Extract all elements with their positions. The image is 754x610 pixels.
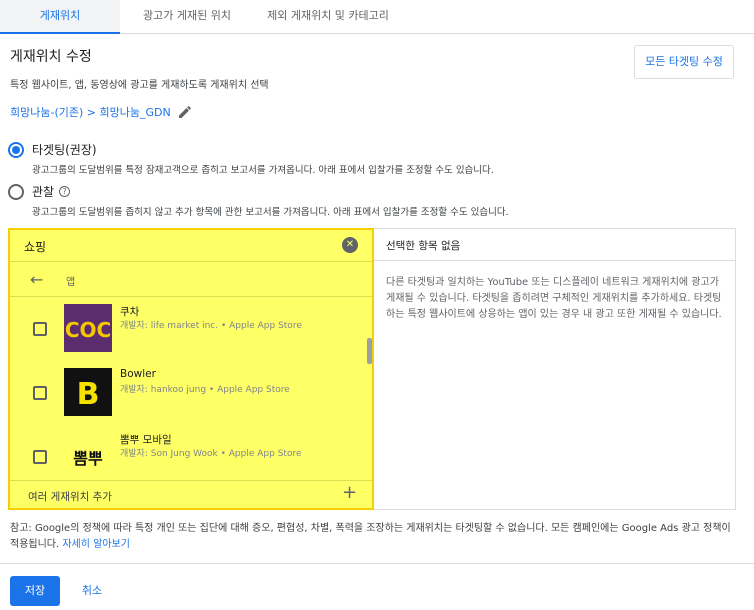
breadcrumb: 희망나눔-(기존) > 희망나눔_GDN	[10, 104, 193, 120]
scrollbar[interactable]	[367, 338, 372, 364]
cancel-button[interactable]: 취소	[72, 576, 112, 606]
tab-placements[interactable]: 게재위치	[0, 0, 120, 34]
app-logo-text: B	[77, 377, 100, 412]
observation-description: 광고그룹의 도달범위를 좁히지 않고 추가 항목에 관한 보고서를 가져옵니다.…	[32, 207, 509, 218]
tab-where-ads-showed[interactable]: 광고가 게재된 위치	[120, 0, 254, 34]
observation-option[interactable]: 관찰? 광고그룹의 도달범위를 좁히지 않고 추가 항목에 관한 보고서를 가져…	[8, 183, 509, 218]
tab-bar: 게재위치 광고가 게재된 위치 제외 게재위치 및 카테고리	[0, 0, 754, 34]
item-subtitle: 개발자: hankoo jung • Apple App Store	[120, 385, 290, 395]
policy-note: 참고: Google의 정책에 따라 특정 개인 또는 집단에 대해 증오, 편…	[10, 521, 740, 553]
app-logo-text: COC	[65, 318, 111, 342]
item-subtitle: 개발자: life market inc. • Apple App Store	[120, 321, 302, 331]
save-button[interactable]: 저장	[10, 576, 60, 606]
item-checkbox[interactable]	[33, 450, 47, 464]
app-icon: B	[64, 368, 112, 416]
tab-excluded-placements[interactable]: 제외 게재위치 및 카테고리	[254, 0, 402, 34]
back-arrow-icon[interactable]: ←	[30, 272, 43, 288]
category-label: 앱	[66, 277, 76, 288]
edit-all-targeting-button[interactable]: 모든 타겟팅 수정	[634, 45, 734, 79]
app-icon: COC	[64, 304, 112, 352]
clear-search-icon[interactable]: ✕	[342, 237, 358, 253]
app-icon: 뽐뿌	[64, 432, 112, 480]
selected-heading: 선택한 항목 없음	[386, 240, 461, 252]
selected-help-text: 다른 타겟팅과 일치하는 YouTube 또는 디스플레이 네트워크 게재위치에…	[386, 277, 722, 320]
item-checkbox[interactable]	[33, 322, 47, 336]
help-icon[interactable]: ?	[59, 186, 71, 197]
item-checkbox[interactable]	[33, 386, 47, 400]
placement-picker: 쇼핑 ✕ ← 앱 COC 쿠차 개발자: life market inc. • …	[8, 228, 374, 510]
add-multiple-label: 여러 게재위치 추가	[28, 491, 112, 503]
item-title: 뽐뿌 모바일	[120, 434, 172, 446]
list-item[interactable]: 뽐뿌 뽐뿌 모바일 개발자: Son Jung Wook • Apple App…	[10, 426, 366, 480]
selected-items-pane: 선택한 항목 없음 다른 타겟팅과 일치하는 YouTube 또는 디스플레이 …	[374, 228, 736, 510]
footer-divider	[0, 563, 754, 564]
search-input[interactable]: 쇼핑	[24, 238, 46, 255]
page-description: 특정 웹사이트, 앱, 동영상에 광고를 게재하도록 게재위치 선택	[10, 80, 269, 91]
category-nav: ← 앱	[10, 263, 372, 297]
targeting-label: 타겟팅(권장)	[32, 143, 97, 157]
targeting-radio[interactable]	[8, 142, 24, 158]
plus-icon[interactable]: +	[342, 484, 357, 502]
learn-more-link[interactable]: 자세히 알아보기	[62, 539, 130, 550]
selected-header: 선택한 항목 없음	[374, 229, 735, 261]
observation-label: 관찰	[32, 185, 55, 199]
page-title: 게재위치 수정	[10, 49, 92, 65]
results-list: COC 쿠차 개발자: life market inc. • Apple App…	[10, 298, 372, 480]
pencil-icon[interactable]	[177, 104, 193, 120]
add-multiple-placements-row[interactable]: 여러 게재위치 추가 +	[10, 480, 372, 508]
app-logo-text: 뽐뿌	[73, 449, 103, 468]
search-bar[interactable]: 쇼핑 ✕	[10, 230, 372, 262]
targeting-description: 광고그룹의 도달범위를 특정 잠재고객으로 좁히고 보고서를 가져옵니다. 아래…	[32, 165, 494, 176]
list-item[interactable]: COC 쿠차 개발자: life market inc. • Apple App…	[10, 298, 366, 362]
item-subtitle: 개발자: Son Jung Wook • Apple App Store	[120, 449, 302, 459]
list-item[interactable]: B Bowler 개발자: hankoo jung • Apple App St…	[10, 362, 366, 426]
targeting-option[interactable]: 타겟팅(권장) 광고그룹의 도달범위를 특정 잠재고객으로 좁히고 보고서를 가…	[8, 141, 494, 176]
item-title: 쿠차	[120, 306, 140, 318]
item-title: Bowler	[120, 368, 156, 380]
breadcrumb-link[interactable]: 희망나눔-(기존) > 희망나눔_GDN	[10, 104, 171, 120]
observation-radio[interactable]	[8, 184, 24, 200]
